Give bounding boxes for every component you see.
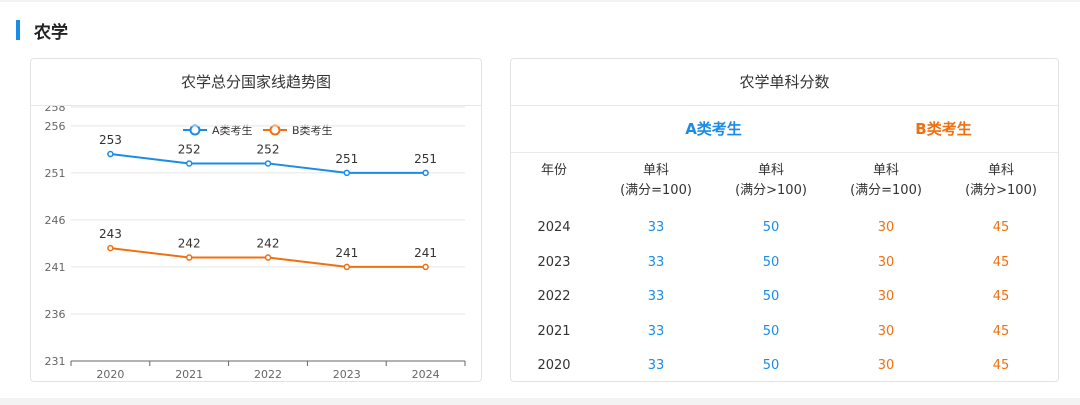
y-axis: 231 236 241 246 251 256 258: [45, 106, 66, 368]
score-cell: 30: [877, 254, 895, 270]
group-a-label: A类考生: [685, 120, 742, 138]
legend-label: B类考生: [292, 123, 333, 137]
column-header-line2: (满分>100): [735, 183, 807, 198]
trend-chart-card: 农学总分国家线趋势图 A类考生 B类考生 231 236 241 246 251 256 25…: [30, 58, 482, 382]
data-label: 251: [414, 152, 437, 166]
page: 农学 农学总分国家线趋势图 A类考生 B类考生 231 236 241 246 251 25…: [0, 2, 1080, 398]
column-header-line1: 年份: [540, 163, 567, 178]
score-cell: 33: [647, 289, 665, 304]
score-cell: 50: [762, 220, 780, 235]
legend-marker: [269, 124, 281, 136]
column-header: 单科 (满分=100): [601, 161, 711, 201]
score-cell: 30: [877, 220, 895, 235]
column-header: 年份: [499, 161, 609, 181]
score-cell: 33: [647, 358, 665, 373]
legend-item-a[interactable]: A类考生: [183, 123, 253, 137]
y-tick-label: 251: [45, 167, 66, 180]
y-tick-label: 236: [45, 308, 66, 321]
year-cell: 2020: [537, 358, 571, 373]
series-b: 243 242 242 241 241: [99, 227, 437, 271]
data-label: 251: [335, 152, 358, 166]
column-header-line2: (满分>100): [965, 183, 1037, 198]
column-header-line1: 单科: [872, 163, 899, 178]
column-header: 单科 (满分>100): [716, 161, 826, 201]
score-cell: 45: [992, 254, 1010, 270]
y-tick-label: 258: [45, 106, 66, 114]
score-cell: 50: [762, 358, 780, 373]
score-table-card: 农学单科分数 A类考生 B类考生 年份 单科 (满分=100) 单科 (满分>100) 单…: [510, 58, 1059, 382]
section-header: 农学: [16, 18, 68, 43]
year-cell: 2024: [537, 220, 571, 235]
score-cell: 33: [647, 254, 665, 270]
data-point[interactable]: [185, 254, 193, 261]
series-a: 253 252 252 251 251: [99, 133, 437, 177]
score-cell: 45: [992, 358, 1010, 373]
section-title: 农学: [34, 22, 68, 43]
data-point[interactable]: [264, 160, 272, 167]
column-header-line1: 单科: [987, 163, 1014, 178]
column-header: 单科 (满分>100): [946, 161, 1056, 201]
column-header-line1: 单科: [642, 163, 669, 178]
year-cell: 2022: [537, 289, 571, 304]
x-tick-label: 2022: [254, 368, 282, 381]
score-cell: 33: [647, 323, 665, 339]
data-label: 243: [99, 227, 122, 241]
x-tick-label: 2021: [175, 368, 203, 381]
chart-legend: A类考生 B类考生: [183, 123, 333, 137]
data-point[interactable]: [422, 169, 429, 177]
data-label: 241: [335, 246, 358, 260]
data-point[interactable]: [343, 263, 351, 271]
data-label: 252: [257, 142, 280, 156]
y-tick-label: 246: [45, 214, 66, 227]
column-header-line1: 单科: [757, 163, 784, 178]
trend-chart-title: 农学总分国家线趋势图: [31, 59, 481, 106]
data-point[interactable]: [422, 263, 429, 271]
score-cell: 45: [992, 220, 1010, 235]
data-point[interactable]: [343, 169, 351, 177]
score-cell: 30: [877, 358, 895, 373]
score-cell: 45: [992, 323, 1010, 339]
column-header: 单科 (满分=100): [831, 161, 941, 201]
x-tick-label: 2024: [412, 368, 440, 381]
data-label: 241: [414, 246, 437, 260]
data-label: 252: [178, 142, 201, 156]
score-cell: 50: [762, 323, 780, 339]
data-point[interactable]: [107, 244, 114, 252]
y-tick-label: 231: [45, 355, 66, 368]
score-cell: 45: [992, 289, 1010, 304]
year-cell: 2023: [537, 254, 571, 270]
y-tick-label: 256: [45, 120, 66, 133]
chart-series: 253 252 252 251 251 243 242 242 241 241: [99, 133, 437, 271]
group-header-row: A类考生 B类考生: [511, 106, 1058, 153]
legend-item-b[interactable]: B类考生: [263, 123, 333, 137]
score-cell: 30: [877, 323, 895, 339]
trend-line-chart: A类考生 B类考生 231236241246251256258 2020 2021 2…: [45, 106, 466, 381]
score-cell: 50: [762, 289, 780, 304]
y-tick-label: 241: [45, 261, 66, 274]
data-point[interactable]: [264, 254, 272, 261]
score-table-title: 农学单科分数: [511, 59, 1058, 106]
data-point[interactable]: [185, 160, 193, 167]
group-b-label: B类考生: [915, 120, 972, 138]
x-tick-label: 2020: [96, 368, 124, 381]
section-accent-bar: [16, 20, 20, 40]
column-header-line2: (满分=100): [620, 183, 692, 198]
score-cell: 50: [762, 254, 780, 270]
x-axis: 2020 2021 2022 2023 2024: [70, 360, 466, 381]
year-cell: 2021: [537, 323, 571, 339]
data-label: 242: [257, 237, 280, 251]
x-tick-label: 2023: [333, 368, 361, 381]
data-label: 242: [178, 237, 201, 251]
legend-label: A类考生: [212, 123, 253, 137]
data-label: 253: [99, 133, 122, 147]
chart-grid: [71, 106, 465, 315]
legend-marker: [189, 124, 201, 136]
score-cell: 33: [647, 220, 665, 235]
score-cell: 30: [877, 289, 895, 304]
column-header-line2: (满分=100): [850, 183, 922, 198]
data-point[interactable]: [107, 150, 114, 158]
